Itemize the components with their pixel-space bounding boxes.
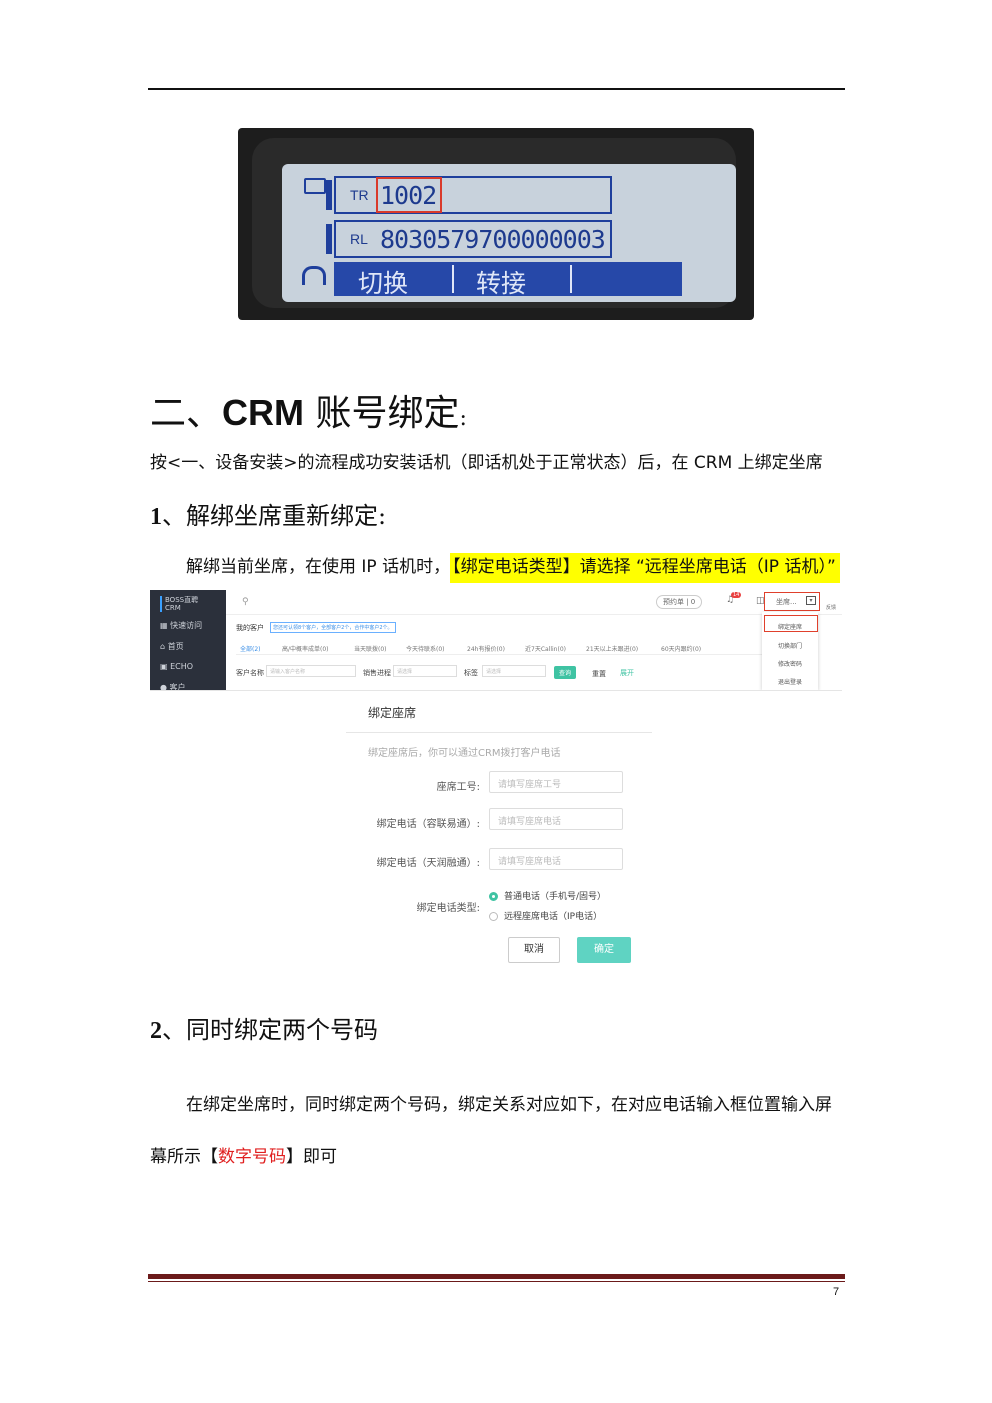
crm-logo: BOSS直聘 CRM bbox=[160, 596, 198, 612]
filter-stage-select[interactable]: 请选择 bbox=[393, 665, 457, 677]
crm-screenshot: BOSS直聘 CRM ▦ 快速访问 ⌂ 首页 ▣ ECHO ● 客户 ⚲ 预约单 … bbox=[150, 590, 842, 691]
nav-home[interactable]: ⌂ 首页 bbox=[160, 641, 184, 652]
red-emphasis: 数字号码 bbox=[218, 1147, 286, 1167]
phone-ronglian-input[interactable]: 请填写座席电话 bbox=[489, 808, 623, 830]
phone-lcd-photo: TR 1002 RL 8030579700000003 切换 转接 bbox=[238, 128, 754, 320]
crm-sidebar: BOSS直聘 CRM ▦ 快速访问 ⌂ 首页 ▣ ECHO ● 客户 bbox=[150, 590, 226, 690]
crm-topbar: ⚲ 预约单 | 0 ♫ 14 ◫ 坐席... ▾ 反馈 bbox=[226, 590, 842, 615]
confirm-button[interactable]: 确定 bbox=[577, 937, 631, 963]
section-heading: 二、CRM 账号绑定: bbox=[150, 392, 467, 434]
expand-toggle[interactable]: 展开 bbox=[620, 668, 634, 678]
filter-name-input[interactable]: 请输入客户名称 bbox=[266, 665, 356, 677]
radio-normal-phone[interactable]: 普通电话（手机号/固号） bbox=[489, 889, 606, 902]
phone-bezel: TR 1002 RL 8030579700000003 切换 转接 bbox=[252, 138, 736, 308]
search-button[interactable]: 查询 bbox=[554, 666, 577, 679]
footer-rule-thin bbox=[148, 1281, 845, 1282]
dialog-title: 绑定座席 bbox=[368, 706, 417, 720]
lcd-row-tr: TR 1002 bbox=[326, 176, 612, 214]
tab-probability[interactable]: 高/中概率成单(0) bbox=[282, 644, 329, 653]
menu-logout[interactable]: 退出登录 bbox=[762, 677, 818, 686]
page-number: 7 bbox=[833, 1286, 840, 1298]
intro-paragraph: 按<一、设备安装>的流程成功安装话机（即话机处于正常状态）后，在 CRM 上绑定… bbox=[150, 453, 823, 473]
network-icon bbox=[304, 178, 326, 194]
lcd-row-tag: RL bbox=[350, 231, 368, 247]
highlight-box bbox=[764, 592, 820, 611]
tab-7d-callin[interactable]: 近7天Callin(0) bbox=[525, 644, 566, 653]
headset-icon bbox=[302, 266, 326, 285]
nav-customer[interactable]: ● 客户 bbox=[160, 682, 186, 690]
cancel-button[interactable]: 取消 bbox=[508, 937, 560, 963]
tab-today-call[interactable]: 当天联拨(0) bbox=[354, 644, 387, 653]
highlight-box bbox=[764, 615, 818, 632]
filter-name-label: 客户名称 bbox=[236, 669, 264, 677]
notification-badge: 14 bbox=[731, 592, 742, 598]
header-rule bbox=[148, 88, 845, 90]
order-button[interactable]: 预约单 | 0 bbox=[656, 595, 703, 609]
search-icon[interactable]: ⚲ bbox=[242, 597, 249, 607]
tab-21d[interactable]: 21天以上未跟进(0) bbox=[586, 644, 638, 653]
subheading-1: 1、解绑坐席重新绑定: bbox=[150, 502, 387, 530]
nav-echo[interactable]: ▣ ECHO bbox=[160, 662, 193, 671]
feedback-link[interactable]: 反馈 bbox=[826, 604, 836, 611]
lcd-row-value: 8030579700000003 bbox=[380, 225, 606, 254]
softkey-transfer: 转接 bbox=[476, 269, 527, 298]
filter-stage-label: 销售进程 bbox=[363, 669, 391, 677]
sub1-paragraph: 解绑当前坐席，在使用 IP 话机时， 【绑定电话类型】请选择 “远程坐席电话（IP… bbox=[186, 552, 840, 583]
lcd-screen: TR 1002 RL 8030579700000003 切换 转接 bbox=[282, 164, 736, 302]
lcd-row-rl: RL 8030579700000003 bbox=[326, 220, 612, 258]
radio-remote-ip-phone[interactable]: 远程座席电话（IP电话） bbox=[489, 909, 602, 922]
seat-id-label: 座席工号: bbox=[436, 782, 480, 793]
seat-id-input[interactable]: 请填写座席工号 bbox=[489, 771, 623, 793]
dialog-hint: 绑定座席后，你可以通过CRM拨打客户电话 bbox=[368, 748, 561, 759]
phone-tianrun-label: 绑定电话（天润融通）: bbox=[376, 858, 480, 869]
reset-button[interactable]: 重置 bbox=[592, 669, 606, 679]
breadcrumb: 我的客户 bbox=[236, 624, 264, 632]
highlighted-instruction: 【绑定电话类型】请选择 “远程坐席电话（IP 话机）” bbox=[450, 553, 840, 583]
tab-60d[interactable]: 60天内跟约(0) bbox=[661, 644, 701, 653]
sub2-paragraph-line2: 幕所示【数字号码】即可 bbox=[150, 1147, 337, 1167]
sub2-paragraph-line1: 在绑定坐席时，同时绑定两个号码，绑定关系对应如下，在对应电话输入框位置输入屏 bbox=[186, 1095, 832, 1115]
phone-tianrun-input[interactable]: 请填写座席电话 bbox=[489, 848, 623, 870]
menu-change-password[interactable]: 修改密码 bbox=[762, 659, 818, 668]
tab-all[interactable]: 全部(2) bbox=[240, 644, 261, 653]
softkey-switch: 切换 bbox=[358, 269, 409, 298]
filter-tag-label: 标签 bbox=[464, 669, 478, 677]
filter-tag-select[interactable]: 请选择 bbox=[482, 665, 546, 677]
footer-rule bbox=[148, 1274, 845, 1279]
tip-banner: 您还可认领8个客户，全部客户2个，合作中客户2个。 bbox=[270, 622, 396, 633]
phone-type-label: 绑定电话类型: bbox=[416, 903, 480, 914]
tab-today-contact[interactable]: 今天待联系(0) bbox=[406, 644, 445, 653]
menu-switch-dept[interactable]: 切换部门 bbox=[762, 641, 818, 650]
tab-24h[interactable]: 24h有报价(0) bbox=[467, 644, 505, 653]
phone-ronglian-label: 绑定电话（容联易通）: bbox=[376, 819, 480, 830]
softkey-bar: 切换 转接 bbox=[334, 262, 682, 298]
subheading-2: 2、同时绑定两个号码 bbox=[150, 1016, 378, 1044]
bind-seat-dialog: 绑定座席 绑定座席后，你可以通过CRM拨打客户电话 座席工号: 请填写座席工号 … bbox=[346, 696, 656, 976]
nav-quick-access[interactable]: ▦ 快速访问 bbox=[160, 620, 202, 631]
highlight-box bbox=[376, 177, 442, 213]
lcd-row-tag: TR bbox=[350, 187, 369, 203]
